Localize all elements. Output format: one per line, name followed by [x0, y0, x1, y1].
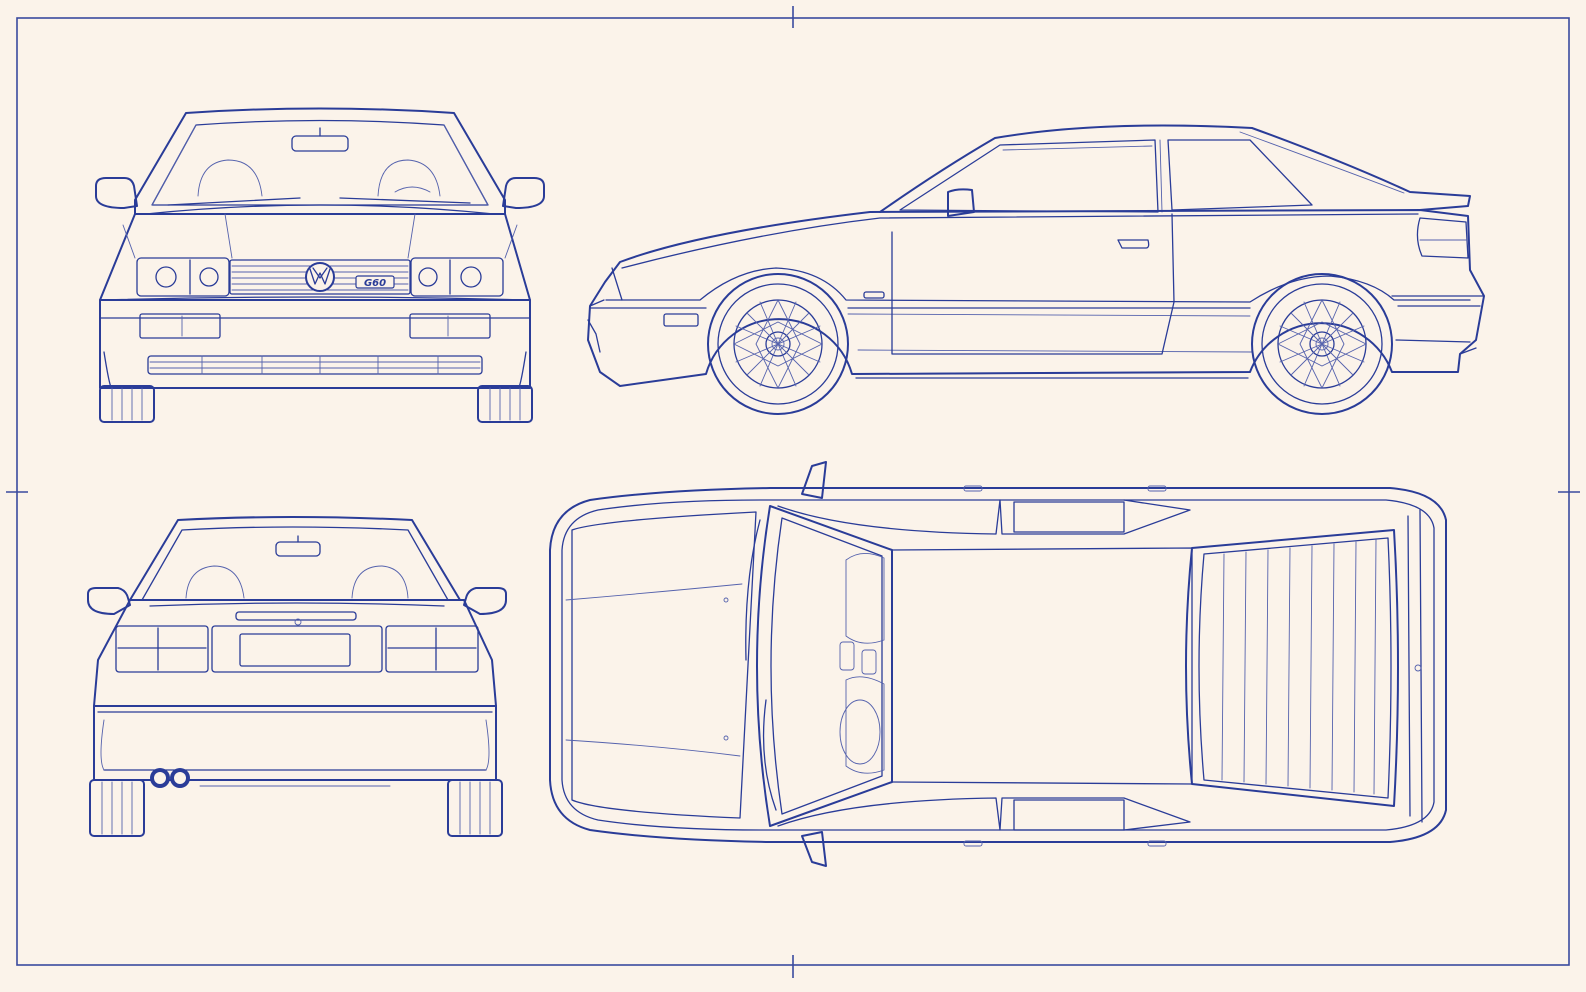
rear-view: [87, 516, 507, 837]
side-view: [587, 124, 1485, 415]
top-view: [549, 461, 1447, 867]
front-view: G60: [95, 107, 545, 423]
model-badge: G60: [364, 278, 386, 289]
blueprint-canvas: G60: [6, 6, 1580, 978]
drawing-frame: [6, 6, 1580, 978]
rear-wheel: [1251, 273, 1393, 415]
vw-logo-icon: [305, 262, 335, 292]
exhaust-tips: [150, 768, 190, 788]
blueprint-sheet: G60: [0, 0, 1586, 992]
front-wheel: [707, 273, 849, 415]
